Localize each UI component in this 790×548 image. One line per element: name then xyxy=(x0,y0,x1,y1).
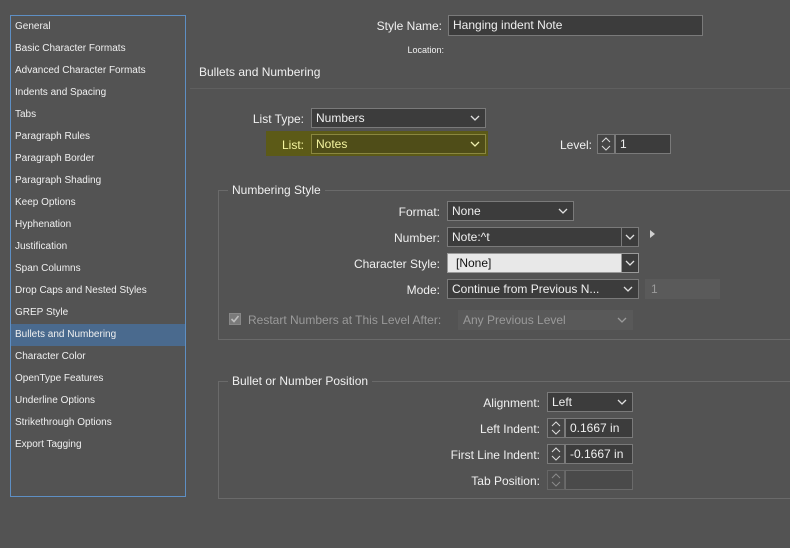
left-indent-label: Left Indent: xyxy=(479,422,540,436)
number-input[interactable]: Note:^t xyxy=(447,227,639,247)
restart-level-dropdown: Any Previous Level xyxy=(458,310,633,330)
restart-numbers-label: Restart Numbers at This Level After: xyxy=(248,313,442,327)
sidebar-item-basic-character-formats[interactable]: Basic Character Formats xyxy=(11,38,185,60)
list-dropdown[interactable]: Notes xyxy=(311,134,486,154)
numbering-style-title: Numbering Style xyxy=(228,183,325,197)
character-style-dropdown[interactable]: [None] xyxy=(447,253,639,273)
sidebar-item-bullets-and-numbering[interactable]: Bullets and Numbering xyxy=(11,324,185,346)
stepper-arrows-icon xyxy=(551,421,561,435)
insert-flyout-icon[interactable] xyxy=(647,228,657,240)
number-value: Note:^t xyxy=(452,230,490,244)
sidebar-item-underline-options[interactable]: Underline Options xyxy=(11,390,185,412)
list-type-value: Numbers xyxy=(316,111,365,125)
category-list[interactable]: General Basic Character Formats Advanced C… xyxy=(10,15,186,497)
stepper-arrows-icon xyxy=(551,473,561,487)
mode-value: Continue from Previous N... xyxy=(452,282,600,296)
sidebar-item-paragraph-shading[interactable]: Paragraph Shading xyxy=(11,170,185,192)
first-line-indent-label: First Line Indent: xyxy=(450,448,540,462)
sidebar-item-paragraph-border[interactable]: Paragraph Border xyxy=(11,148,185,170)
chevron-down-icon xyxy=(623,286,633,292)
sidebar-item-general[interactable]: General xyxy=(11,16,185,38)
level-input[interactable]: 1 xyxy=(615,134,671,154)
sidebar-item-indents-and-spacing[interactable]: Indents and Spacing xyxy=(11,82,185,104)
chevron-down-icon xyxy=(625,234,635,240)
left-indent-stepper[interactable] xyxy=(547,418,565,438)
stepper-arrows-icon xyxy=(551,447,561,461)
sidebar-item-paragraph-rules[interactable]: Paragraph Rules xyxy=(11,126,185,148)
number-label: Number: xyxy=(393,231,440,245)
sidebar-item-drop-caps-and-nested-styles[interactable]: Drop Caps and Nested Styles xyxy=(11,280,185,302)
sidebar-item-hyphenation[interactable]: Hyphenation xyxy=(11,214,185,236)
location-label: Location: xyxy=(407,45,444,55)
sidebar-item-grep-style[interactable]: GREP Style xyxy=(11,302,185,324)
sidebar-item-span-columns[interactable]: Span Columns xyxy=(11,258,185,280)
format-label: Format: xyxy=(398,205,440,219)
sidebar-item-justification[interactable]: Justification xyxy=(11,236,185,258)
first-line-indent-stepper[interactable] xyxy=(547,444,565,464)
chevron-down-icon xyxy=(558,208,568,214)
character-style-value: [None] xyxy=(456,256,492,270)
chevron-down-icon xyxy=(470,115,480,121)
number-special-chars-button[interactable] xyxy=(621,228,638,246)
mode-label: Mode: xyxy=(406,283,440,297)
tab-position-input[interactable] xyxy=(565,470,633,490)
format-dropdown[interactable]: None xyxy=(447,201,574,221)
alignment-label: Alignment: xyxy=(483,396,540,410)
character-style-label: Character Style: xyxy=(353,257,440,271)
restart-level-value: Any Previous Level xyxy=(463,313,566,327)
sidebar-item-advanced-character-formats[interactable]: Advanced Character Formats xyxy=(11,60,185,82)
level-label: Level: xyxy=(559,138,592,152)
chevron-down-icon xyxy=(470,141,480,147)
page-title: Bullets and Numbering xyxy=(199,65,321,79)
sidebar-item-strikethrough-options[interactable]: Strikethrough Options xyxy=(11,412,185,434)
alignment-value: Left xyxy=(552,395,573,409)
list-type-label: List Type: xyxy=(252,112,304,126)
level-stepper[interactable] xyxy=(597,134,615,154)
left-indent-input[interactable]: 0.1667 in xyxy=(565,418,633,438)
list-type-dropdown[interactable]: Numbers xyxy=(311,108,486,128)
style-name-label: Style Name: xyxy=(376,19,442,33)
sidebar-item-export-tagging[interactable]: Export Tagging xyxy=(11,434,185,456)
sidebar-item-character-color[interactable]: Character Color xyxy=(11,346,185,368)
title-divider xyxy=(190,88,790,89)
chevron-down-icon xyxy=(617,399,627,405)
list-value: Notes xyxy=(316,137,348,151)
chevron-down-icon xyxy=(617,317,627,323)
checkmark-icon xyxy=(230,315,240,323)
format-value: None xyxy=(452,204,481,218)
sidebar-item-keep-options[interactable]: Keep Options xyxy=(11,192,185,214)
style-name-input[interactable]: Hanging indent Note xyxy=(448,15,703,36)
list-label: List: xyxy=(281,138,304,152)
sidebar-item-tabs[interactable]: Tabs xyxy=(11,104,185,126)
tab-position-label: Tab Position: xyxy=(471,474,540,488)
stepper-arrows-icon xyxy=(601,137,611,151)
alignment-dropdown[interactable]: Left xyxy=(547,392,633,412)
sidebar-item-opentype-features[interactable]: OpenType Features xyxy=(11,368,185,390)
mode-start-input: 1 xyxy=(645,279,720,299)
restart-numbers-checkbox[interactable] xyxy=(229,313,241,325)
chevron-down-icon xyxy=(625,260,635,266)
first-line-indent-input[interactable]: -0.1667 in xyxy=(565,444,633,464)
character-style-arrow xyxy=(621,254,638,272)
mode-dropdown[interactable]: Continue from Previous N... xyxy=(447,279,639,299)
position-title: Bullet or Number Position xyxy=(228,374,373,388)
tab-position-stepper xyxy=(547,470,565,490)
